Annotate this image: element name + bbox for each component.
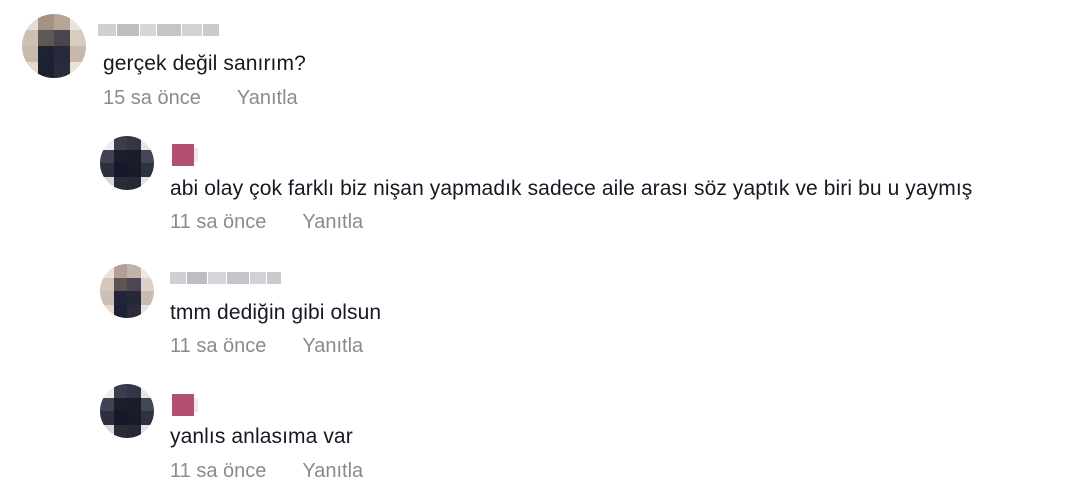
comment-text: abi olay çok farklı biz nişan yapmadık s…	[170, 177, 973, 200]
reply-button[interactable]: Yanıtla	[302, 460, 363, 482]
avatar[interactable]	[100, 384, 154, 438]
reply-item: tmm dediğin gibi olsun 11 sa önce Yanıtla	[0, 262, 1080, 382]
comment-meta: 15 sa önce Yanıtla	[103, 87, 298, 110]
avatar[interactable]	[100, 136, 154, 190]
avatar[interactable]	[22, 14, 86, 78]
comment-meta: 11 sa önce Yanıtla	[170, 335, 363, 358]
reply-button[interactable]: Yanıtla	[237, 87, 298, 109]
comment-meta: 11 sa önce Yanıtla	[170, 460, 363, 483]
comment-thread: gerçek değil sanırım? 15 sa önce Yanıtla …	[0, 0, 1080, 486]
username-blurred[interactable]	[170, 272, 281, 284]
comment-text: gerçek değil sanırım?	[103, 52, 306, 75]
reply-item: abi olay çok farklı biz nişan yapmadık s…	[0, 130, 1080, 250]
comment-meta: 11 sa önce Yanıtla	[170, 211, 363, 234]
username-blurred[interactable]	[98, 24, 219, 36]
comment-time: 11 sa önce	[170, 335, 267, 357]
comment-time: 11 sa önce	[170, 211, 267, 233]
reply-button[interactable]: Yanıtla	[302, 335, 363, 357]
reply-item: yanlıs anlasıma var 11 sa önce Yanıtla	[0, 380, 1080, 486]
reply-button[interactable]: Yanıtla	[302, 211, 363, 233]
username-badge[interactable]	[172, 144, 194, 166]
comment-time: 11 sa önce	[170, 460, 267, 482]
username-badge[interactable]	[172, 394, 194, 416]
comment-text: yanlıs anlasıma var	[170, 425, 353, 448]
avatar[interactable]	[100, 264, 154, 318]
comment-text: tmm dediğin gibi olsun	[170, 301, 382, 324]
comment-item: gerçek değil sanırım? 15 sa önce Yanıtla	[0, 0, 1080, 120]
comment-time: 15 sa önce	[103, 87, 201, 109]
